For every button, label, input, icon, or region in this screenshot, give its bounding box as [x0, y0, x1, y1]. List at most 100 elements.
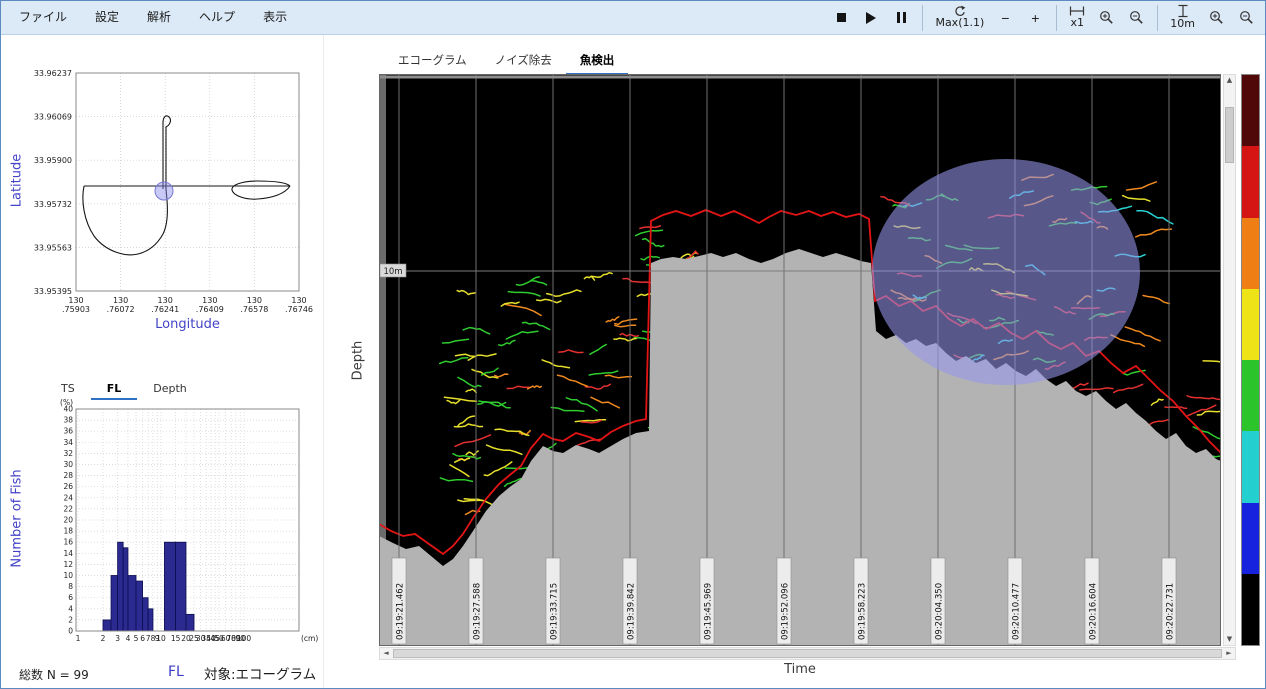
vscroll-thumb[interactable]: [1225, 107, 1234, 163]
svg-text:33.95900: 33.95900: [34, 156, 72, 165]
svg-text:16: 16: [63, 538, 73, 547]
gain-value-label: Max(1.1): [935, 17, 984, 30]
echogram-canvas[interactable]: 09:19:21.46209:19:27.58809:19:33.71509:1…: [379, 74, 1221, 646]
svg-text:130: 130: [158, 296, 173, 305]
depth-marker-label: 10m: [383, 267, 402, 277]
svg-text:09:19:39.842: 09:19:39.842: [627, 583, 637, 640]
hist-bar: [136, 581, 143, 631]
gps-plot[interactable]: 33.9623733.9606933.9590033.9573233.95563…: [1, 35, 321, 369]
scroll-up-icon[interactable]: ▲: [1224, 75, 1235, 86]
hist-total-count: 総数 N = 99: [19, 666, 89, 683]
gps-grid: [76, 73, 299, 291]
hist-xtick-labels: 12345678910152025303540455060708090100: [76, 634, 252, 643]
vzoom-in-button[interactable]: [1201, 2, 1231, 34]
toolbar-separator: [922, 5, 923, 31]
hist-ytick-labels: 4038363432302826242220181614121086420: [63, 405, 73, 636]
vzoom-out-button[interactable]: [1231, 2, 1261, 34]
zoom-out-icon: [1129, 10, 1144, 25]
toolbar-separator: [1157, 5, 1158, 31]
hscroll-thumb[interactable]: [393, 649, 1222, 658]
svg-text:130: 130: [291, 296, 306, 305]
stop-button[interactable]: [826, 2, 856, 34]
pause-button[interactable]: [886, 2, 916, 34]
menu-file[interactable]: ファイル: [5, 1, 81, 34]
gain-group: Max(1.1): [929, 4, 990, 31]
zoom-in-icon: [1209, 10, 1224, 25]
svg-text:09:19:33.715: 09:19:33.715: [550, 583, 560, 640]
svg-text:130: 130: [113, 296, 128, 305]
gps-track: [83, 116, 290, 255]
toolbar: Max(1.1) − + x1: [826, 1, 1265, 34]
gps-ytick-labels: 33.9623733.9606933.9590033.9573233.95563…: [34, 69, 72, 296]
hzoom-out-button[interactable]: [1121, 2, 1151, 34]
tab-echogram[interactable]: エコーグラム: [384, 47, 481, 75]
hist-plot[interactable]: 4038363432302826242220181614121086420(%)…: [1, 397, 321, 665]
menu-view[interactable]: 表示: [249, 1, 301, 34]
svg-text:130: 130: [68, 296, 83, 305]
svg-text:10: 10: [156, 634, 166, 643]
svg-text:2: 2: [101, 634, 106, 643]
svg-text:2: 2: [68, 615, 73, 624]
svg-text:4: 4: [126, 634, 131, 643]
pause-icon: [897, 12, 906, 23]
menubar: ファイル設定解析ヘルプ表示 Max(1.1) − +: [1, 1, 1265, 35]
hzoom-group: x1: [1063, 4, 1091, 31]
tab-noise-removal[interactable]: ノイズ除去: [481, 47, 566, 75]
hzoom-in-button[interactable]: [1091, 2, 1121, 34]
zoom-in-icon: [1099, 10, 1114, 25]
vertical-range-icon: [1177, 4, 1189, 18]
svg-text:5: 5: [134, 634, 139, 643]
scroll-left-icon[interactable]: ◄: [380, 648, 392, 659]
svg-text:.76072: .76072: [107, 305, 135, 314]
gain-increase-button[interactable]: +: [1020, 2, 1050, 34]
tab-fish-detection[interactable]: 魚検出: [566, 47, 629, 75]
svg-text:.76578: .76578: [240, 305, 268, 314]
colorbar-segment: [1242, 360, 1259, 431]
svg-text:09:19:58.223: 09:19:58.223: [858, 583, 868, 640]
menu-list: ファイル設定解析ヘルプ表示: [1, 1, 301, 34]
svg-text:09:19:45.969: 09:19:45.969: [704, 583, 714, 640]
svg-text:22: 22: [63, 504, 73, 513]
echogram-hscrollbar[interactable]: ◄ ►: [379, 647, 1236, 660]
hist-bar: [148, 609, 153, 631]
svg-text:.76746: .76746: [285, 305, 313, 314]
hist-bar: [176, 542, 186, 631]
svg-text:33.95732: 33.95732: [34, 200, 72, 209]
hist-y-unit: (%): [60, 398, 73, 407]
colorbar-segment: [1242, 218, 1259, 289]
svg-text:09:20:10.477: 09:20:10.477: [1012, 583, 1022, 640]
hist-target-label: 対象:エコーグラム: [204, 663, 316, 683]
menu-help[interactable]: ヘルプ: [185, 1, 249, 34]
vzoom-group: 10m: [1164, 3, 1201, 32]
svg-text:09:20:16.604: 09:20:16.604: [1089, 583, 1099, 640]
hist-bar: [118, 542, 124, 631]
svg-text:38: 38: [63, 416, 73, 425]
svg-text:33.96069: 33.96069: [34, 113, 72, 122]
colorbar-segment: [1242, 289, 1259, 360]
hist-bar: [111, 576, 118, 632]
svg-text:33.96237: 33.96237: [34, 69, 72, 78]
scroll-down-icon[interactable]: ▼: [1224, 634, 1235, 645]
svg-text:0: 0: [68, 627, 73, 636]
stop-icon: [837, 13, 846, 22]
svg-text:09:20:04.350: 09:20:04.350: [935, 583, 945, 640]
menu-settings[interactable]: 設定: [81, 1, 133, 34]
svg-text:8: 8: [68, 582, 73, 591]
zoom-out-icon: [1239, 10, 1254, 25]
toolbar-separator: [1056, 5, 1057, 31]
svg-text:20: 20: [63, 516, 73, 525]
svg-text:12: 12: [63, 560, 73, 569]
svg-text:09:19:52.096: 09:19:52.096: [781, 583, 791, 640]
scroll-right-icon[interactable]: ►: [1223, 648, 1235, 659]
play-button[interactable]: [856, 2, 886, 34]
gain-decrease-button[interactable]: −: [990, 2, 1020, 34]
svg-text:15: 15: [171, 634, 181, 643]
colorbar-segment: [1242, 431, 1259, 502]
selection-ellipse[interactable]: [872, 159, 1140, 385]
svg-text:3: 3: [115, 634, 120, 643]
svg-text:32: 32: [63, 449, 73, 458]
svg-text:09:19:21.462: 09:19:21.462: [396, 583, 406, 640]
echogram-vscrollbar[interactable]: ▲ ▼: [1223, 74, 1236, 646]
menu-analysis[interactable]: 解析: [133, 1, 185, 34]
echogram-xlabel: Time: [379, 662, 1221, 677]
